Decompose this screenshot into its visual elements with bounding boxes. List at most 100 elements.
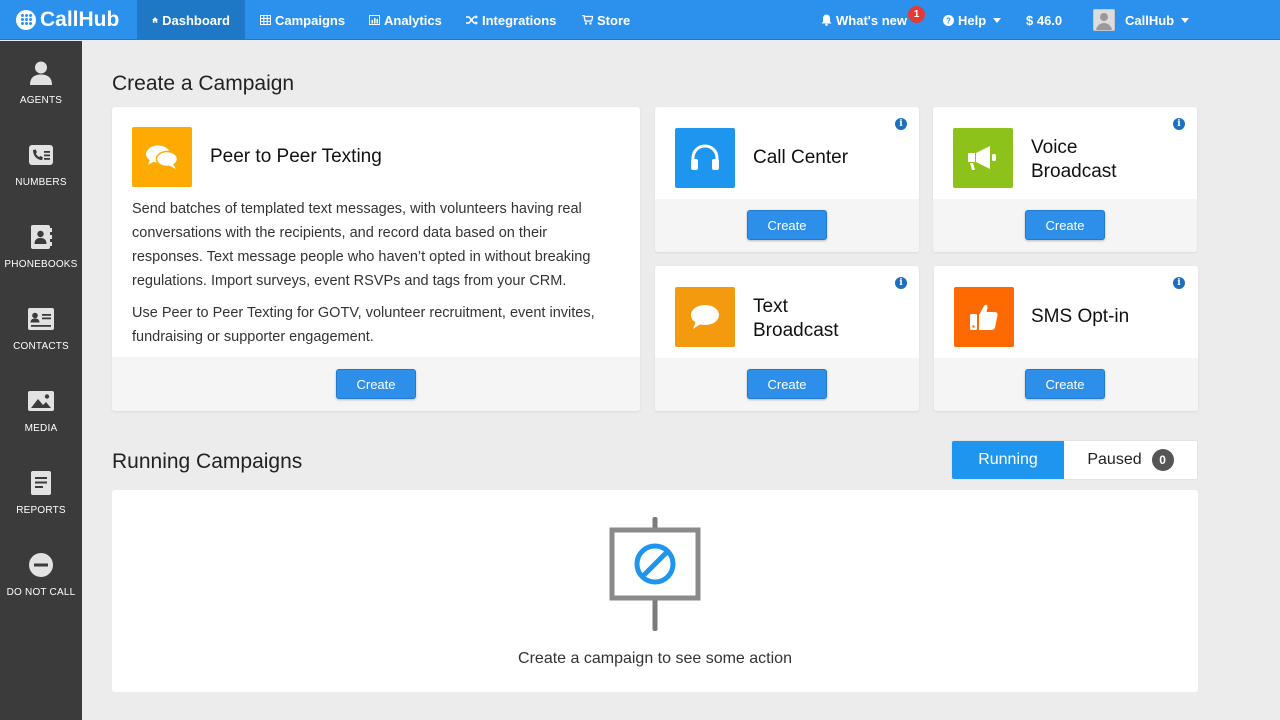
p2p-texting-card: Peer to Peer Texting Send batches of tem… [112,107,640,411]
voice-broadcast-title: Voice Broadcast [1031,136,1117,184]
text-broadcast-title-line1: Text [753,296,788,317]
paused-count-badge: 0 [1151,449,1174,471]
sidebar: AGENTS NUMBERS PHONEBOOKS CONTACTS MEDIA… [0,41,82,720]
chevron-down-icon [993,17,1002,23]
tab-running-label: Running [978,451,1038,468]
nav-integrations[interactable]: Integrations [451,0,571,40]
top-navbar: CallHub Dashboard Campaigns Analytics In… [0,0,1280,40]
card-footer: Create [655,199,919,252]
voice-broadcast-title-line1: Voice [1031,137,1078,158]
nav-dashboard-label: Dashboard [162,12,230,28]
card-footer: Create [934,358,1198,411]
create-sms-optin-button[interactable]: Create [1025,369,1105,399]
create-p2p-button[interactable]: Create [336,369,416,399]
text-broadcast-title-line2: Broadcast [753,320,839,341]
call-center-card: i Call Center Create [655,107,919,252]
logo-mark-icon [16,10,36,30]
nav-store[interactable]: Store [567,0,645,40]
text-broadcast-title: Text Broadcast [753,295,839,343]
sidebar-item-label: PHONEBOOKS [4,259,78,270]
question-icon: ? [943,14,954,26]
info-icon[interactable]: i [1173,277,1185,289]
info-icon[interactable]: i [1173,118,1185,130]
nav-whats-new-label: What's new [836,12,907,28]
nav-balance[interactable]: $ 46.0 [1011,0,1077,40]
p2p-use-cases: Use Peer to Peer Texting for GOTV, volun… [132,305,595,345]
svg-text:?: ? [946,16,951,25]
thumbs-up-icon [954,287,1014,347]
notification-badge[interactable]: 1 [908,6,925,23]
sidebar-item-label: REPORTS [16,505,66,516]
phone-number-icon [28,141,54,169]
nav-analytics[interactable]: Analytics [354,0,457,40]
campaign-status-toggle: Running Paused 0 [951,440,1198,480]
user-name: CallHub [1125,12,1175,28]
nav-analytics-label: Analytics [384,12,442,28]
logo-text: CallHub [40,8,120,31]
empty-state-text: Create a campaign to see some action [518,650,792,667]
sidebar-item-numbers[interactable]: NUMBERS [0,123,82,205]
image-icon [27,387,55,415]
card-footer: Create [112,357,640,411]
tab-paused-label: Paused [1087,451,1142,468]
create-text-broadcast-button[interactable]: Create [747,369,827,399]
voice-broadcast-title-line2: Broadcast [1031,161,1117,182]
cart-icon [582,15,593,25]
avatar [1093,9,1115,31]
sidebar-item-media[interactable]: MEDIA [0,369,82,451]
nav-user-menu[interactable]: CallHub [1078,0,1204,40]
bell-icon [821,14,832,26]
sidebar-item-label: AGENTS [19,95,63,106]
chevron-down-icon [1181,17,1190,23]
sidebar-item-label: CONTACTS [13,341,69,352]
info-icon[interactable]: i [895,277,907,289]
sidebar-item-agents[interactable]: AGENTS [0,41,82,123]
tab-running[interactable]: Running [952,441,1064,479]
voice-broadcast-card: i Voice Broadcast Create [933,107,1197,252]
shuffle-icon [466,15,478,25]
contact-card-icon [27,305,55,333]
sidebar-item-phonebooks[interactable]: PHONEBOOKS [0,205,82,287]
sidebar-item-label: DO NOT CALL [6,587,76,598]
running-campaigns-panel: Create a campaign to see some action [112,490,1198,692]
tab-paused[interactable]: Paused 0 [1064,441,1197,479]
card-footer: Create [933,199,1197,252]
table-icon [260,15,271,25]
agent-icon [28,59,54,87]
sidebar-item-label: MEDIA [24,423,58,434]
text-broadcast-card: i Text Broadcast Create [655,266,919,411]
sms-optin-title: SMS Opt-in [1031,306,1130,327]
nav-dashboard[interactable]: Dashboard [137,0,245,40]
call-center-title: Call Center [753,147,849,168]
nav-help[interactable]: ? Help [928,0,1016,40]
nav-help-label: Help [958,12,987,28]
sidebar-item-reports[interactable]: REPORTS [0,451,82,533]
p2p-description: Send batches of templated text messages,… [132,201,591,289]
sidebar-item-contacts[interactable]: CONTACTS [0,287,82,369]
create-call-center-button[interactable]: Create [747,210,827,240]
sms-optin-card: i SMS Opt-in Create [934,266,1198,411]
phonebook-icon [29,223,53,251]
card-footer: Create [655,358,919,411]
balance-value: $ 46.0 [1026,12,1063,28]
nav-whats-new[interactable]: What's new [806,0,922,40]
do-not-call-icon [28,551,54,579]
nav-campaigns[interactable]: Campaigns [245,0,360,40]
create-voice-broadcast-button[interactable]: Create [1025,210,1105,240]
chat-bubbles-icon [132,127,192,187]
callhub-logo[interactable]: CallHub [16,6,119,34]
headset-icon [675,128,735,188]
nav-integrations-label: Integrations [482,12,557,28]
megaphone-icon [953,128,1013,188]
nav-store-label: Store [597,12,631,28]
running-campaigns-heading: Running Campaigns [112,450,303,473]
home-icon [152,17,159,23]
report-icon [30,469,52,497]
p2p-title: Peer to Peer Texting [210,146,382,167]
sidebar-item-do-not-call[interactable]: DO NOT CALL [0,533,82,615]
bar-chart-icon [369,15,380,25]
sidebar-item-label: NUMBERS [15,177,67,188]
nav-campaigns-label: Campaigns [275,12,346,28]
create-campaign-heading: Create a Campaign [112,72,295,95]
info-icon[interactable]: i [895,118,907,130]
